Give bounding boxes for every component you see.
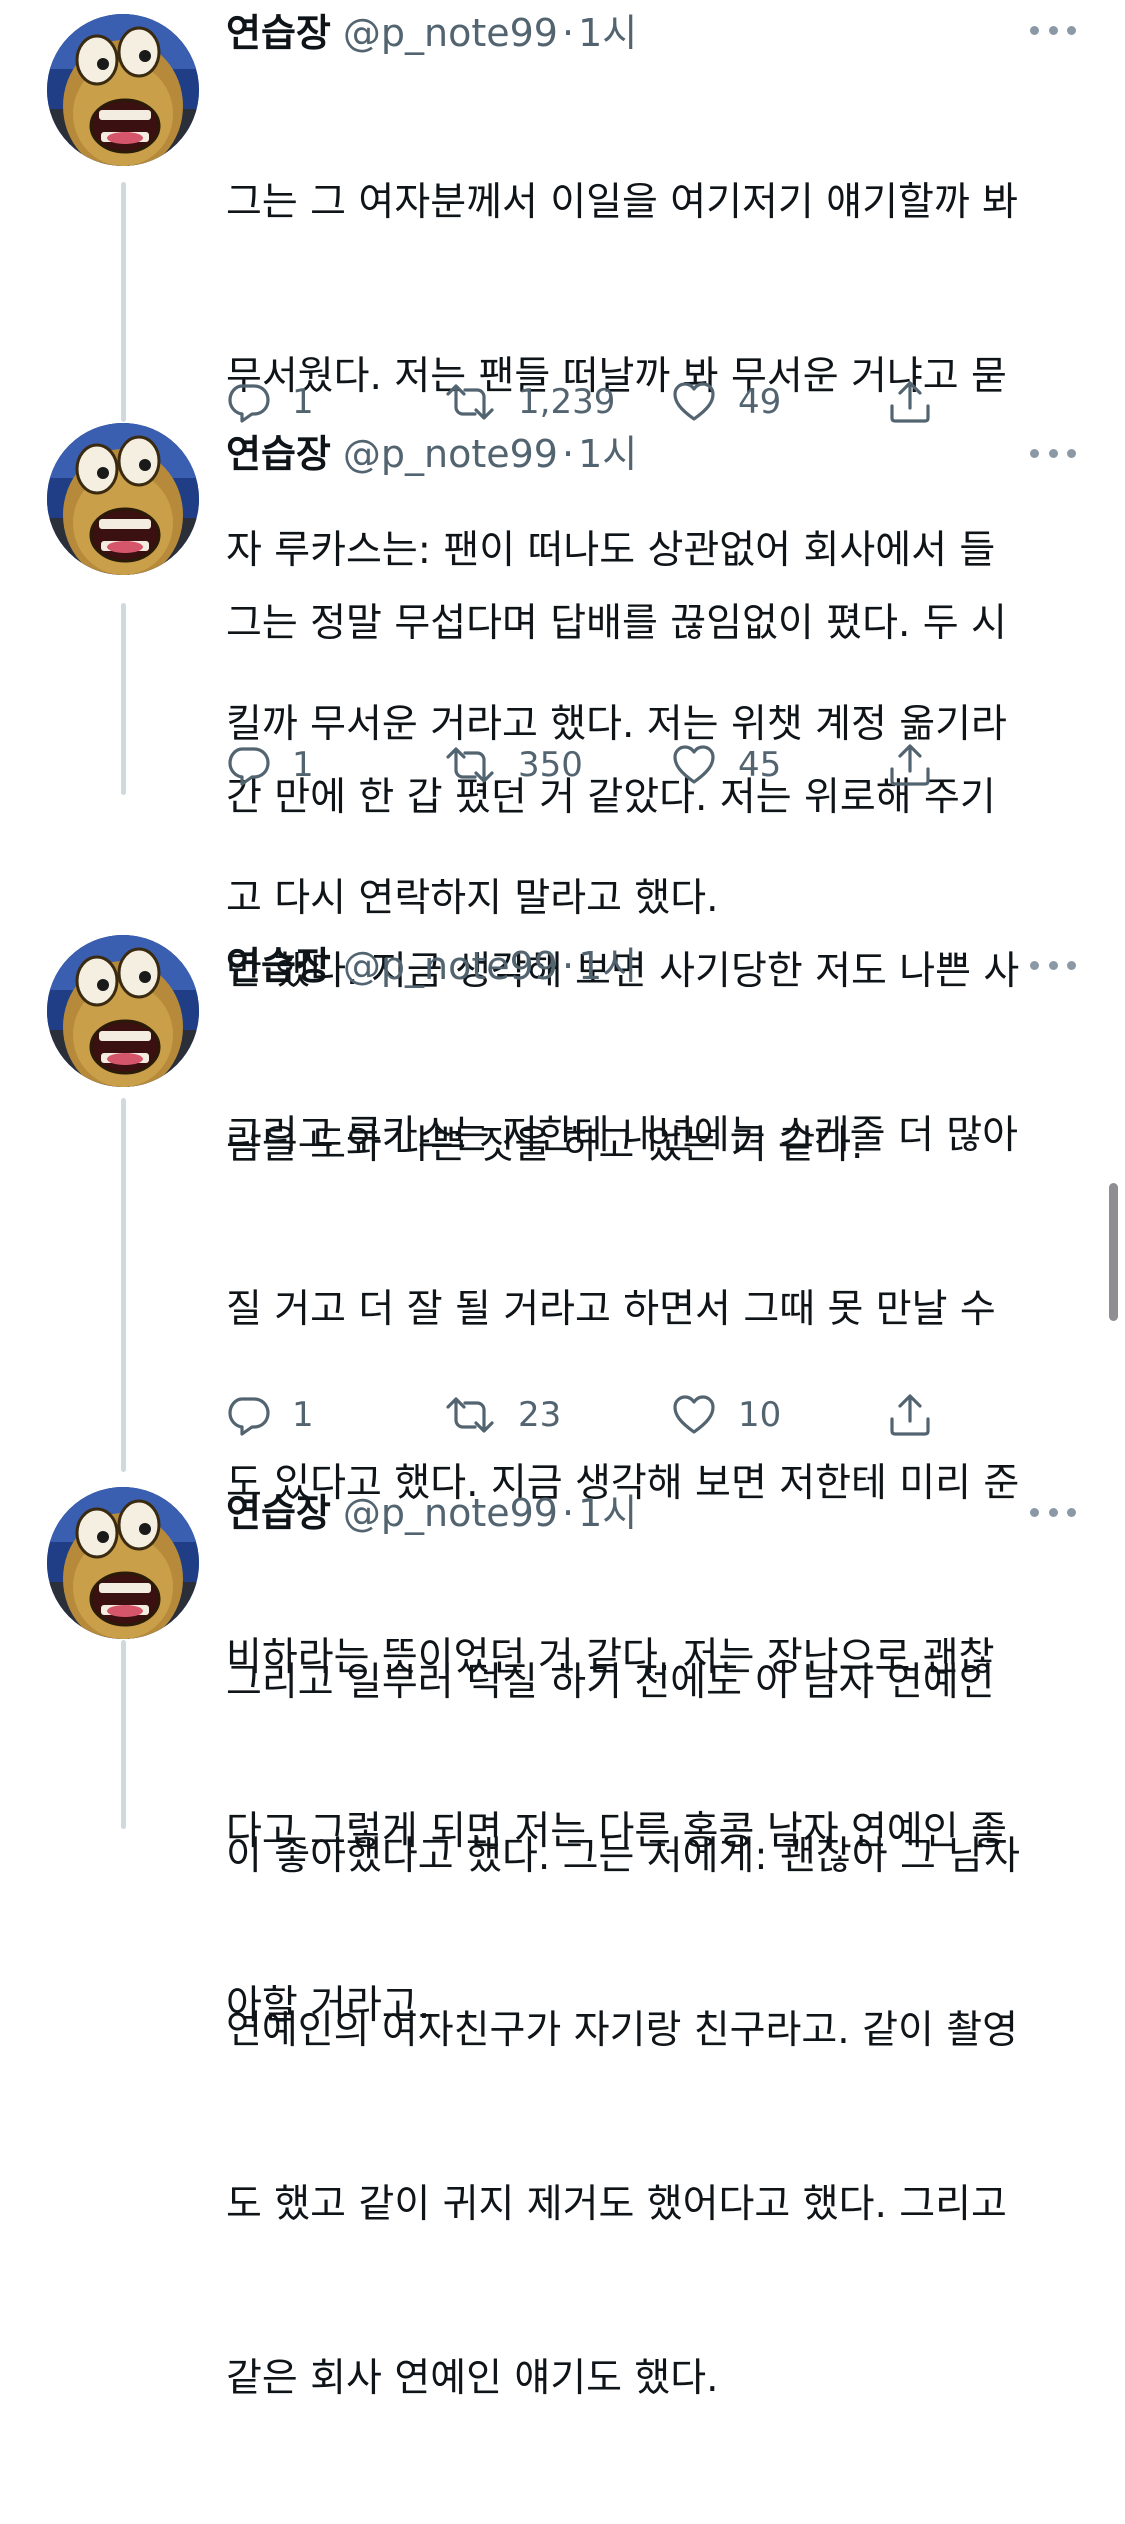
retweet-button[interactable]: 23 bbox=[444, 1385, 561, 1445]
user-handle[interactable]: @p_note99 bbox=[343, 1480, 558, 1546]
scrollbar[interactable] bbox=[1109, 1183, 1118, 1321]
avatar-image bbox=[47, 1487, 199, 1639]
separator-dot: · bbox=[561, 944, 575, 988]
timestamp[interactable]: 1시 bbox=[578, 933, 637, 999]
avatar[interactable] bbox=[47, 14, 199, 166]
retweet-button[interactable]: 350 bbox=[444, 735, 583, 795]
share-icon bbox=[890, 1394, 930, 1436]
display-name[interactable]: 연습장 bbox=[226, 0, 331, 66]
tweet-text-line: 그리고 루카스는 저한테 내년에는 스케줄 더 많아 bbox=[226, 1113, 1018, 1158]
tweet-text-line: 같은 회사 연예인 얘기도 했다. bbox=[226, 2356, 719, 2401]
retweet-icon bbox=[446, 1397, 494, 1433]
retweet-count: 1,239 bbox=[518, 382, 616, 422]
more-options-icon[interactable] bbox=[1030, 1500, 1076, 1524]
tweet-text-line: 질 거고 더 잘 될 거라고 하면서 그때 못 만날 수 bbox=[226, 1287, 996, 1332]
tweet-text-line: 연예인의 여자친구가 자기랑 친구라고. 같이 촬영 bbox=[226, 2008, 1018, 2053]
share-icon bbox=[890, 744, 930, 786]
timestamp[interactable]: 1시 bbox=[578, 0, 637, 66]
share-button[interactable] bbox=[886, 1385, 934, 1445]
share-icon bbox=[890, 381, 930, 423]
timestamp[interactable]: 1시 bbox=[578, 421, 637, 487]
like-button[interactable]: 45 bbox=[672, 735, 781, 795]
tweet-text-line: 그리고 일부러 덕질 하기 전에도 이 남자 연예인 bbox=[226, 1660, 995, 1705]
avatar-image bbox=[47, 935, 199, 1087]
heart-icon bbox=[673, 382, 715, 421]
more-options-icon[interactable] bbox=[1030, 953, 1076, 977]
tweet-content: 연습장 @p_note99 · 1시 그리고 일부러 덕질 하기 전에도 이 남… bbox=[226, 1482, 1076, 2524]
display-name[interactable]: 연습장 bbox=[226, 1480, 331, 1546]
tweet-header: 연습장 @p_note99 · 1시 bbox=[226, 1480, 1076, 1546]
reply-button[interactable]: 1 bbox=[226, 735, 314, 795]
avatar[interactable] bbox=[47, 935, 199, 1087]
reply-icon bbox=[228, 747, 270, 786]
separator-dot: · bbox=[561, 1491, 575, 1535]
user-handle[interactable]: @p_note99 bbox=[343, 933, 558, 999]
reply-button[interactable]: 1 bbox=[226, 1385, 314, 1445]
user-handle[interactable]: @p_note99 bbox=[343, 0, 558, 66]
reply-icon bbox=[228, 384, 270, 423]
timestamp[interactable]: 1시 bbox=[578, 1480, 637, 1546]
more-options-icon[interactable] bbox=[1030, 18, 1076, 42]
tweet-header: 연습장 @p_note99 · 1시 bbox=[226, 0, 1076, 66]
tweet-actions: 1 350 45 bbox=[226, 735, 986, 795]
tweet-text: 그리고 일부러 덕질 하기 전에도 이 남자 연예인 이 좋아했다고 했다. 그… bbox=[226, 1538, 1076, 2524]
retweet-icon bbox=[446, 747, 494, 783]
tweet-actions: 1 23 10 bbox=[226, 1385, 986, 1445]
retweet-count: 350 bbox=[518, 745, 583, 785]
like-count: 49 bbox=[738, 382, 782, 422]
retweet-count: 23 bbox=[518, 1395, 562, 1435]
more-options-icon[interactable] bbox=[1030, 441, 1076, 465]
tweet-text-line: 도 했고 같이 귀지 제거도 했어다고 했다. 그리고 bbox=[226, 2182, 1007, 2227]
heart-icon bbox=[673, 745, 715, 784]
reply-count: 1 bbox=[292, 745, 314, 785]
tweet-header: 연습장 @p_note99 · 1시 bbox=[226, 933, 1076, 999]
tweet[interactable]: 연습장 @p_note99 · 1시 그는 그 여자분께서 이일을 여기저기 얘… bbox=[0, 0, 1125, 921]
tweet[interactable]: 연습장 @p_note99 · 1시 그리고 일부러 덕질 하기 전에도 이 남… bbox=[0, 1482, 1125, 2401]
tweet-text-line: 그는 정말 무섭다며 답배를 끊임없이 폈다. 두 시 bbox=[226, 601, 1007, 646]
display-name[interactable]: 연습장 bbox=[226, 421, 331, 487]
like-count: 10 bbox=[738, 1395, 782, 1435]
tweet-text-line: 그는 그 여자분께서 이일을 여기저기 얘기할까 봐 bbox=[226, 180, 1018, 225]
avatar-image bbox=[47, 14, 199, 166]
reply-count: 1 bbox=[292, 382, 314, 422]
separator-dot: · bbox=[561, 432, 575, 476]
like-count: 45 bbox=[738, 745, 782, 785]
tweet-text-line: 이 좋아했다고 했다. 그는 저에게: 괜찮아 그 남자 bbox=[226, 1834, 1021, 1879]
reply-count: 1 bbox=[292, 1395, 314, 1435]
user-handle[interactable]: @p_note99 bbox=[343, 421, 558, 487]
display-name[interactable]: 연습장 bbox=[226, 933, 331, 999]
heart-icon bbox=[673, 1395, 715, 1434]
tweet-header: 연습장 @p_note99 · 1시 bbox=[226, 421, 1076, 487]
retweet-icon bbox=[446, 384, 494, 420]
avatar[interactable] bbox=[47, 1487, 199, 1639]
share-button[interactable] bbox=[886, 735, 934, 795]
avatar[interactable] bbox=[47, 423, 199, 575]
separator-dot: · bbox=[561, 11, 575, 55]
tweet[interactable]: 연습장 @p_note99 · 1시 그는 정말 무섭다며 답배를 끊임없이 폈… bbox=[0, 421, 1125, 1168]
like-button[interactable]: 10 bbox=[672, 1385, 781, 1445]
reply-icon bbox=[228, 1397, 270, 1436]
tweet[interactable]: 연습장 @p_note99 · 1시 그리고 루카스는 저한테 내년에는 스케줄… bbox=[0, 933, 1125, 2028]
avatar-image bbox=[47, 423, 199, 575]
